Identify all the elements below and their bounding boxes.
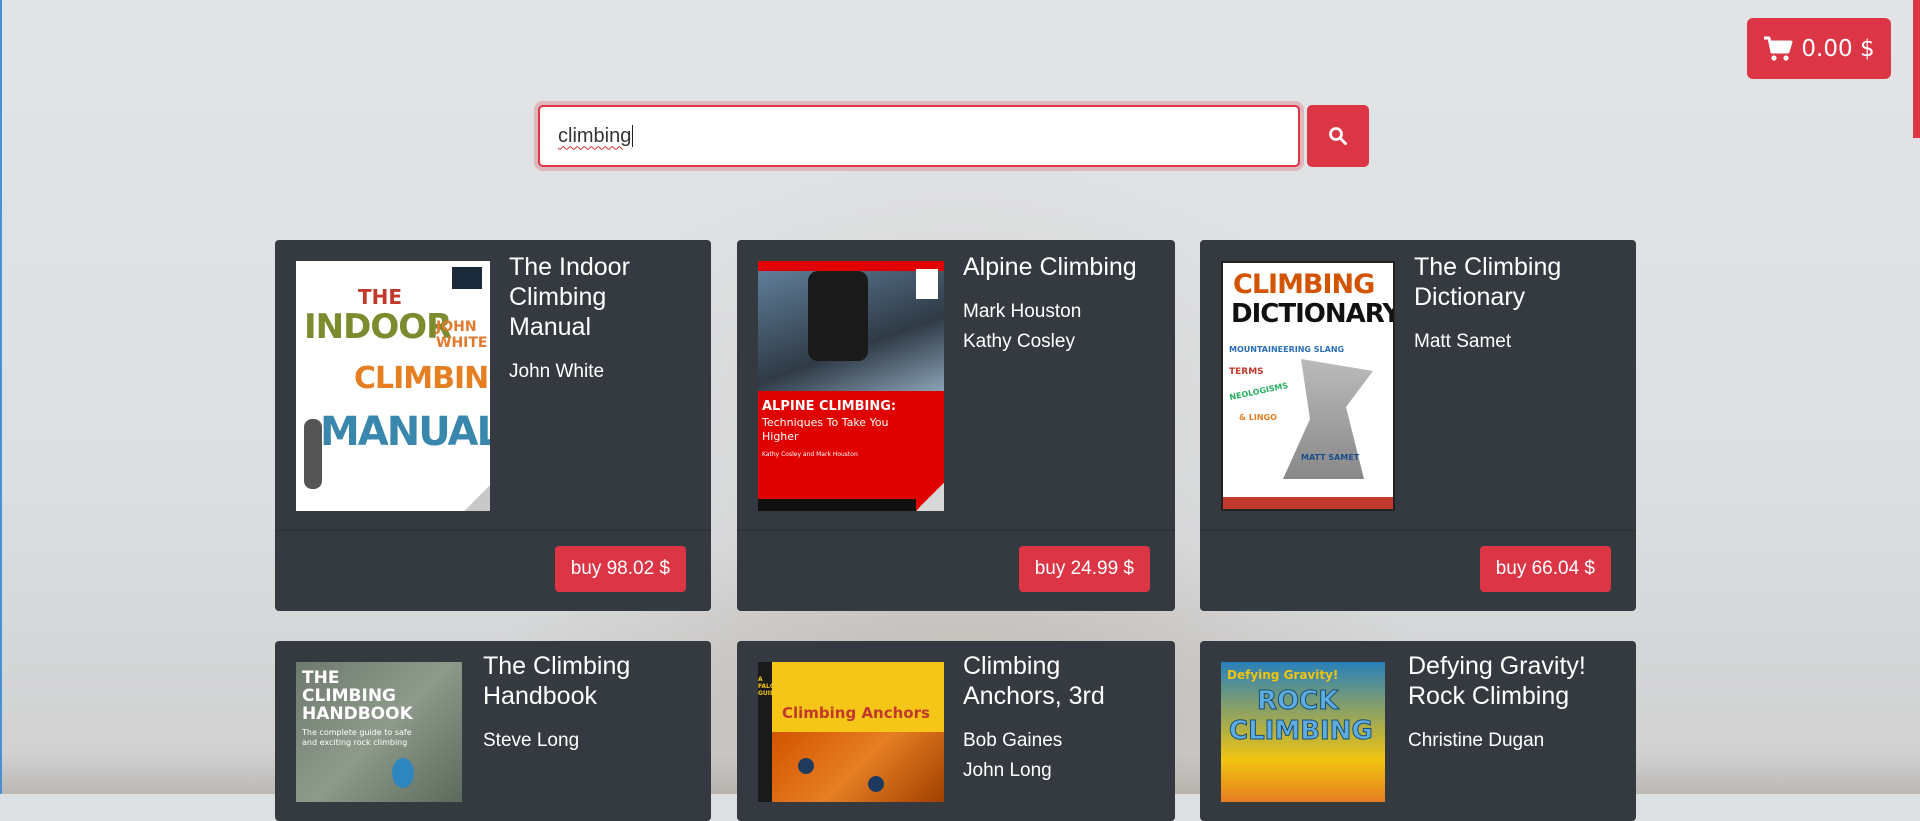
cover-headline: Climbing Anchors: [782, 704, 930, 722]
shopping-cart-icon: [1764, 36, 1793, 61]
book-author: John White: [509, 361, 605, 382]
book-title[interactable]: The Indoor Climbing Manual: [509, 252, 699, 342]
cover-line: CLIMBING: [302, 686, 397, 706]
book-authors: Bob Gaines John Long: [963, 726, 1062, 786]
book-title[interactable]: The Climbing Handbook: [483, 651, 703, 711]
card-divider: [737, 530, 1175, 531]
book-card: ALPINE CLIMBING: Techniques To Take You …: [737, 240, 1175, 611]
book-cover-image[interactable]: THE CLIMBING HANDBOOK The complete guide…: [296, 662, 462, 802]
scrollbar-thumb[interactable]: [1913, 0, 1920, 138]
cover-line: CLIMBING: [1229, 716, 1374, 747]
book-title-line: Climbing: [963, 652, 1061, 680]
search-button[interactable]: [1307, 105, 1369, 167]
book-author: Matt Samet: [1414, 331, 1512, 352]
search-icon: [1329, 127, 1347, 145]
book-title-line: The Climbing: [483, 652, 631, 680]
window-edge: [0, 0, 2, 794]
book-author: Mark Houston: [963, 301, 1082, 322]
cover-line: MANUAL: [320, 409, 490, 455]
cover-subtitle: Techniques To Take You Higher: [762, 416, 889, 443]
book-authors: John White: [509, 357, 604, 387]
cover-line: ROCK: [1256, 686, 1339, 717]
book-card: CLIMBING DICTIONARY MOUNTAINEERING SLANG…: [1200, 240, 1636, 611]
book-author: John Long: [963, 760, 1052, 781]
book-cover-image[interactable]: CLIMBING DICTIONARY MOUNTAINEERING SLANG…: [1221, 261, 1395, 511]
book-author: Steve Long: [483, 730, 580, 751]
book-card: Defying Gravity! ROCK CLIMBING Defying G…: [1200, 641, 1636, 821]
book-title[interactable]: Climbing Anchors, 3rd: [963, 651, 1163, 711]
book-authors: Steve Long: [483, 726, 579, 756]
book-cover-image[interactable]: ALPINE CLIMBING: Techniques To Take You …: [758, 261, 944, 511]
book-card: A FALCON GUIDE Climbing Anchors Climbing…: [737, 641, 1175, 821]
book-cover-image[interactable]: Defying Gravity! ROCK CLIMBING: [1221, 662, 1385, 802]
book-title-line: The Climbing: [1414, 253, 1562, 281]
book-author: Bob Gaines: [963, 730, 1063, 751]
book-title-line: Anchors, 3rd: [963, 682, 1105, 710]
book-title[interactable]: The Climbing Dictionary: [1414, 252, 1624, 312]
cover-byline: Kathy Cosley and Mark Houston: [762, 451, 858, 458]
buy-button[interactable]: buy 66.04 $: [1479, 546, 1611, 592]
card-divider: [1200, 530, 1636, 531]
book-cover-image[interactable]: THE INDOOR JOHN WHITE CLIMBING MANUAL: [296, 261, 490, 511]
buy-button[interactable]: buy 24.99 $: [1018, 546, 1150, 592]
cover-tag: MOUNTAINEERING SLANG: [1229, 345, 1345, 354]
cover-headline: ALPINE CLIMBING:: [762, 399, 897, 414]
cover-line: THE: [358, 285, 403, 309]
book-authors: Christine Dugan: [1408, 726, 1544, 756]
cover-tag: & LINGO: [1239, 413, 1277, 422]
cover-series: A FALCON GUIDE: [758, 676, 785, 697]
cover-author: JOHN WHITE: [436, 319, 488, 351]
book-title-line: Rock Climbing: [1408, 682, 1570, 710]
book-author: Kathy Cosley: [963, 331, 1075, 352]
book-title-line: Climbing: [509, 283, 607, 311]
book-title-line: Handbook: [483, 682, 597, 710]
book-title-line: The Indoor: [509, 253, 630, 281]
cover-line: HANDBOOK: [302, 704, 413, 724]
book-authors: Mark Houston Kathy Cosley: [963, 297, 1081, 357]
book-authors: Matt Samet: [1414, 327, 1511, 357]
cover-author: MATT SAMET: [1301, 453, 1360, 462]
cover-tag: NEOLOGISMS: [1228, 380, 1289, 403]
book-title[interactable]: Alpine Climbing: [963, 252, 1163, 282]
cover-line: Defying Gravity!: [1227, 668, 1339, 682]
cover-tagline: The complete guide to safe and exciting …: [302, 728, 412, 747]
buy-button[interactable]: buy 98.02 $: [554, 546, 686, 592]
book-title-line: Manual: [509, 313, 591, 341]
book-title-line: Defying Gravity!: [1408, 652, 1586, 680]
cart-button[interactable]: 0.00 $: [1747, 18, 1891, 79]
cover-line: CLIMBING: [1233, 269, 1375, 300]
book-card: THE CLIMBING HANDBOOK The complete guide…: [275, 641, 711, 821]
book-title[interactable]: Defying Gravity! Rock Climbing: [1408, 651, 1628, 711]
cover-line: INDOOR: [304, 307, 452, 347]
cover-line: DICTIONARY: [1231, 299, 1395, 329]
book-cover-image[interactable]: A FALCON GUIDE Climbing Anchors: [758, 662, 944, 802]
card-divider: [275, 530, 711, 531]
cart-total: 0.00 $: [1801, 35, 1875, 62]
cover-line: THE: [302, 668, 340, 688]
book-card: THE INDOOR JOHN WHITE CLIMBING MANUAL Th…: [275, 240, 711, 611]
cover-line: CLIMBING: [354, 361, 490, 396]
text-caret: [632, 125, 634, 147]
book-title-line: Alpine Climbing: [963, 253, 1137, 281]
search-input[interactable]: climbing: [538, 105, 1300, 167]
book-author: Christine Dugan: [1408, 730, 1545, 751]
book-title-line: Dictionary: [1414, 283, 1526, 311]
cover-tag: TERMS: [1229, 367, 1264, 377]
search-input-value: climbing: [558, 124, 632, 147]
